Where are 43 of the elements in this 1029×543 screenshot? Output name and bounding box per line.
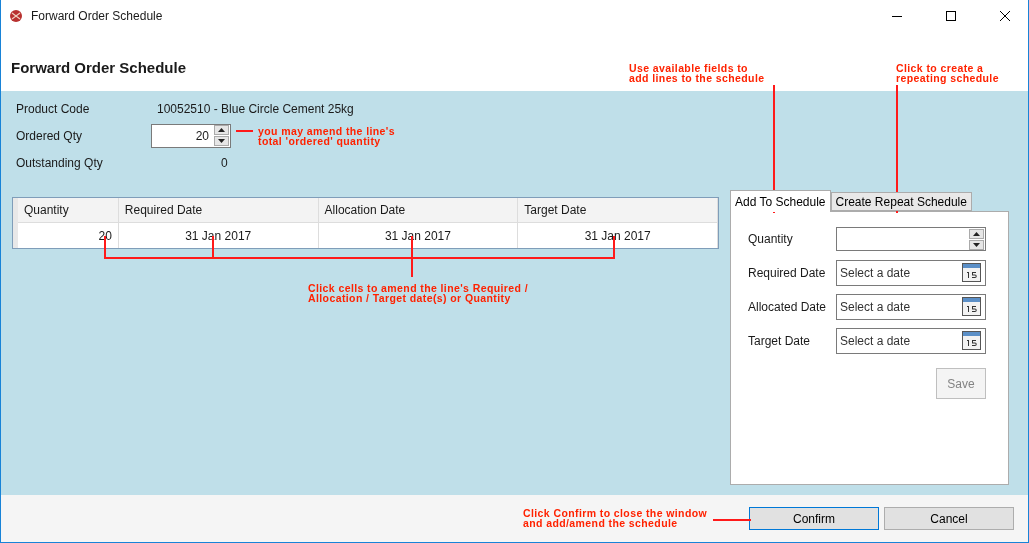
table-cell[interactable]: 31 Jan 2017 — [518, 223, 718, 248]
table-cell[interactable]: 20 — [18, 223, 119, 248]
annotation-note: Use available fields to add lines to the schedule — [629, 63, 765, 83]
up-arrow-icon — [973, 231, 980, 236]
spin-down-button[interactable] — [969, 239, 984, 250]
calendar-icon[interactable] — [962, 297, 981, 316]
spin-up-button[interactable] — [214, 125, 229, 135]
field-label: Quantity — [748, 232, 794, 246]
date-field[interactable]: Select a date — [836, 328, 986, 354]
date-field[interactable]: Select a date — [836, 260, 986, 286]
down-arrow-icon — [218, 139, 225, 143]
down-arrow-icon — [973, 242, 980, 247]
field-label: Outstanding Qty — [16, 155, 104, 170]
confirm-button[interactable]: Confirm — [749, 507, 879, 530]
field-value: 0 — [220, 155, 228, 170]
tab[interactable]: Add To Schedule — [730, 190, 831, 212]
field-label: Product Code — [16, 101, 91, 116]
field-value: 10052510 - Blue Circle Cement 25kg — [156, 101, 354, 116]
field-label: Ordered Qty — [16, 128, 84, 143]
cancel-button[interactable]: Cancel — [884, 507, 1014, 530]
annotation-note: Click Confirm to close the window and add/amend the schedule — [523, 508, 708, 528]
leader-line — [713, 519, 751, 521]
calendar-icon[interactable] — [962, 331, 981, 350]
field-label: Allocated Date — [748, 300, 828, 314]
field-label: Target Date — [748, 334, 812, 348]
field-label: Required Date — [748, 266, 827, 280]
tab[interactable]: Create Repeat Schedule — [830, 192, 972, 211]
calendar-icon[interactable] — [962, 263, 981, 282]
annotation-note: you may amend the line's total 'ordered' quantity — [258, 126, 395, 146]
page-heading: Forward Order Schedule — [11, 58, 187, 76]
quantity-spinner[interactable]: 20 — [151, 123, 231, 148]
up-arrow-icon — [218, 128, 225, 132]
quantity-spinner[interactable] — [836, 227, 986, 251]
window-title: Forward Order Schedule — [31, 9, 164, 23]
spin-down-button[interactable] — [214, 136, 229, 146]
date-field[interactable]: Select a date — [836, 294, 986, 320]
app-icon — [9, 9, 23, 23]
spin-up-button[interactable] — [969, 228, 984, 239]
maximize-icon — [946, 11, 956, 21]
leader-line — [236, 130, 253, 132]
annotation-note: Click to create a repeating schedule — [896, 63, 999, 83]
close-icon — [1000, 11, 1010, 21]
annotation-note: Click cells to amend the line's Required / Allocation / Target date(s) or Quantity — [308, 283, 529, 303]
